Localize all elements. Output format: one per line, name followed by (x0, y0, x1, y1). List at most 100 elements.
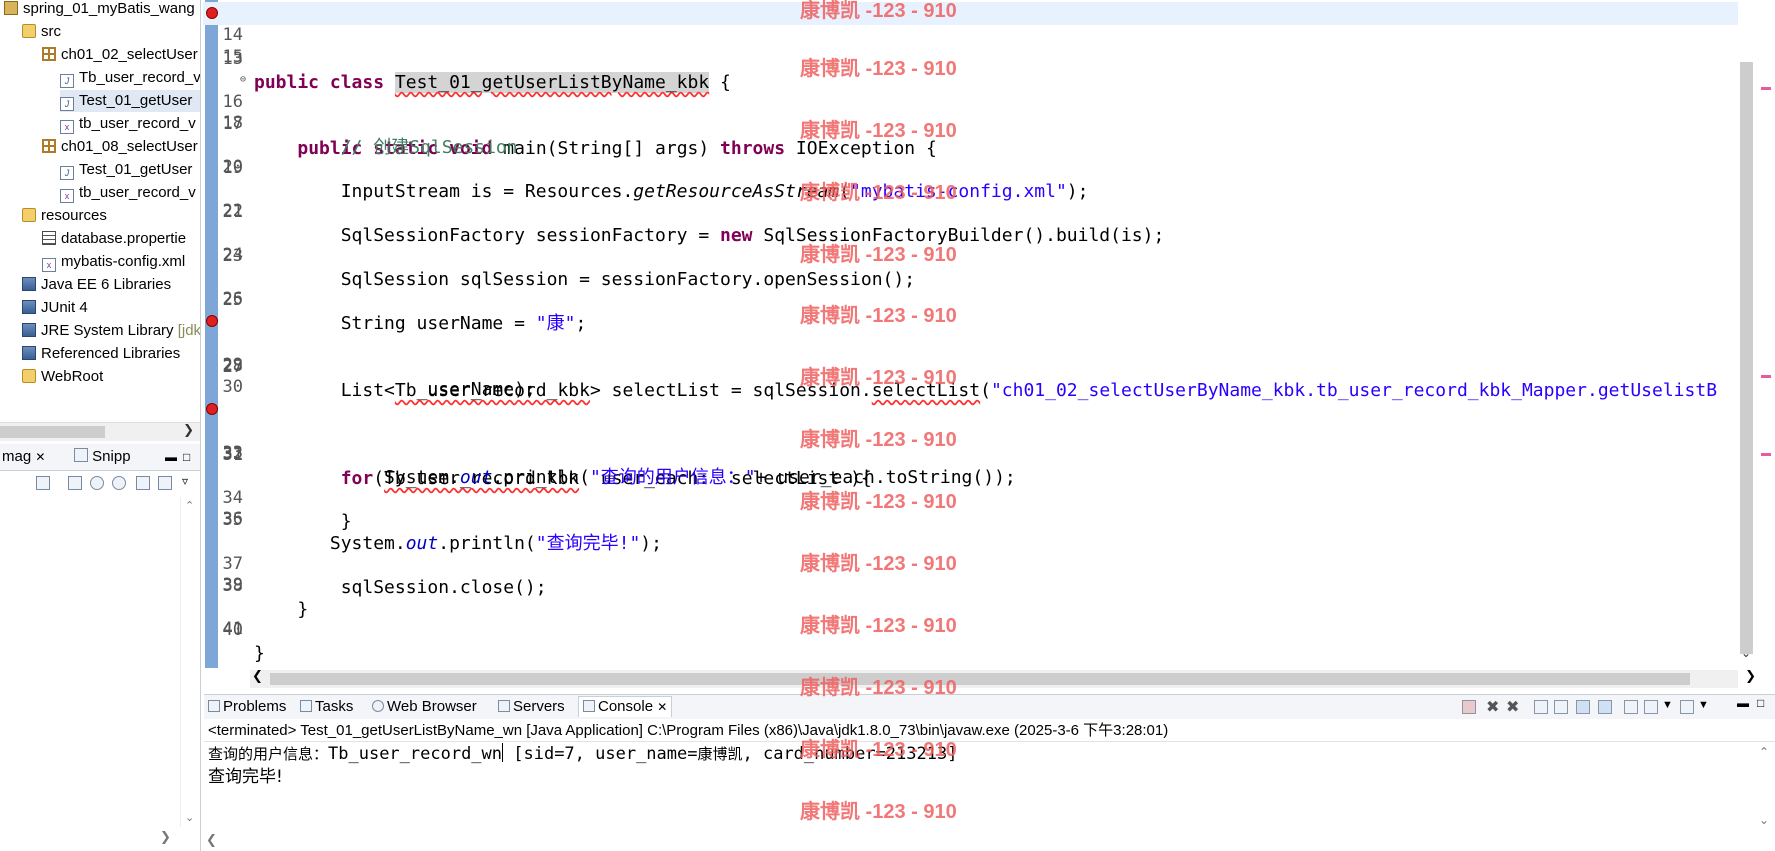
chevron-down-icon[interactable]: ▼ (1662, 699, 1673, 711)
tab-snippets[interactable]: Snipp (74, 447, 131, 467)
editor-horizontal-scrollbar[interactable]: ❮ ❯ (250, 669, 1756, 688)
word-wrap-icon[interactable] (1576, 700, 1590, 714)
code-line[interactable]: 39 (203, 574, 1738, 597)
code-line[interactable]: 26 (203, 288, 1738, 311)
tab-web-browser[interactable]: Web Browser (372, 697, 477, 717)
tree-item[interactable]: spring_01_myBatis_wang (4, 0, 195, 20)
scroll-thumb[interactable] (0, 426, 105, 438)
tree-item[interactable]: ch01_02_selectUser (42, 44, 198, 66)
code-line[interactable]: 34 } (203, 464, 1738, 532)
scroll-right-icon[interactable]: ❯ (183, 423, 194, 438)
tree-item[interactable]: resources (22, 205, 107, 227)
tab-servers[interactable]: Servers (498, 697, 565, 717)
code-line[interactable]: 37 sqlSession.close(); (203, 530, 1738, 598)
code-line[interactable]: 13 public class Test_01_getUserListByNam… (203, 2, 1738, 93)
tree-item[interactable]: Referenced Libraries (22, 343, 180, 365)
close-icon[interactable]: ✕ (35, 450, 45, 464)
tree-item[interactable]: src (22, 21, 61, 43)
image-icon[interactable] (68, 476, 82, 490)
code-line[interactable]: 25 String userName = "康"; (203, 266, 1738, 334)
code-line[interactable]: 30 (203, 376, 1738, 399)
code-line[interactable]: 32 System.out.println("查询的用户信息："+ user_e… (203, 420, 1738, 488)
code-line[interactable]: 18 (203, 112, 1738, 135)
tab-console[interactable]: Console ✕ (578, 696, 673, 717)
code-line[interactable]: 38 } (203, 552, 1738, 620)
error-overview-marker[interactable] (1761, 375, 1771, 378)
console-vertical-scrollbar[interactable]: ⌃ ⌄ (1755, 743, 1773, 831)
show-on-output-icon[interactable] (1598, 700, 1612, 714)
actual-size-icon[interactable] (136, 476, 150, 490)
chevron-down-icon[interactable]: ▼ (1698, 699, 1709, 711)
terminate-icon[interactable] (1462, 700, 1476, 714)
zoom-in-icon[interactable] (112, 476, 126, 490)
minimize-icon[interactable]: ▬ (165, 447, 177, 467)
display-console-icon[interactable] (1644, 700, 1658, 714)
error-marker-icon[interactable] (206, 7, 218, 19)
code-line[interactable]: 35 System.out.println("查询完毕!"); (203, 486, 1738, 554)
minimize-icon[interactable]: ▬ (1737, 696, 1749, 710)
console-output[interactable]: 查询的用户信息：Tb_user_record_wn [sid=7, user_n… (204, 743, 1752, 833)
link-icon[interactable] (36, 476, 50, 490)
code-line[interactable]: 19 InputStream is = Resources.getResourc… (203, 134, 1738, 202)
pin-console-icon[interactable] (1624, 700, 1638, 714)
code-line[interactable]: 27 List<Tb_user_record_kbk> selectList =… (203, 310, 1738, 401)
code-line[interactable]: 41 (203, 618, 1738, 641)
side-view-horizontal-scrollbar[interactable]: ❯ (0, 828, 200, 850)
scroll-thumb[interactable] (1740, 62, 1753, 654)
code-line[interactable]: 29 (203, 354, 1738, 377)
view-menu-icon[interactable]: ▿ (182, 474, 188, 488)
code-line[interactable]: 16 ⊖ public static void main(String[] ar… (203, 68, 1738, 159)
fold-icon[interactable]: ⊖ (240, 68, 246, 91)
zoom-out-icon[interactable] (90, 476, 104, 490)
clear-console-icon[interactable] (1534, 700, 1548, 714)
tree-item[interactable]: WebRoot (22, 366, 103, 388)
scroll-thumb[interactable] (270, 673, 1690, 685)
maximize-icon[interactable]: □ (1757, 696, 1764, 710)
code-line[interactable]: 36 (203, 508, 1738, 531)
tree-item[interactable]: x mybatis-config.xml (42, 251, 185, 273)
tab-tasks[interactable]: Tasks (300, 697, 353, 717)
fit-icon[interactable] (158, 476, 172, 490)
error-marker-icon[interactable] (206, 403, 218, 415)
code-line[interactable]: 24 (203, 244, 1738, 267)
code-line[interactable]: 28 userName); (203, 332, 1738, 400)
error-overview-marker[interactable] (1761, 453, 1771, 456)
code-line[interactable]: 22 (203, 200, 1738, 223)
scroll-left-icon[interactable]: ❮ (252, 669, 263, 684)
side-view-vertical-scrollbar[interactable]: ⌃ ⌄ (180, 497, 200, 827)
scroll-right-icon[interactable]: ❯ (160, 830, 171, 845)
scroll-down-icon[interactable]: ⌄ (1741, 646, 1751, 660)
error-marker-icon[interactable] (206, 315, 218, 327)
code-line[interactable]: 40 } (203, 596, 1738, 664)
code-line[interactable]: 21 SqlSessionFactory sessionFactory = ne… (203, 178, 1738, 246)
error-overview-marker[interactable] (1761, 87, 1771, 90)
tab-image[interactable]: mag ✕ (2, 447, 45, 467)
explorer-horizontal-scrollbar[interactable]: ❯ (0, 422, 200, 441)
tree-item[interactable]: J Test_01_getUser (60, 159, 192, 181)
scroll-lock-icon[interactable] (1554, 700, 1568, 714)
remove-all-icon[interactable]: ✖ (1506, 697, 1519, 717)
tree-item[interactable]: ch01_08_selectUser (42, 136, 198, 158)
tree-item[interactable]: x tb_user_record_v (60, 182, 196, 204)
tree-item[interactable]: J Tb_user_record_v (60, 67, 200, 89)
tab-problems[interactable]: Problems (208, 697, 286, 717)
tree-item[interactable]: JUnit 4 (22, 297, 88, 319)
tree-item[interactable]: J Test_01_getUser (60, 90, 200, 112)
scroll-left-icon[interactable]: ❮ (206, 833, 217, 848)
open-console-icon[interactable] (1680, 700, 1694, 714)
scroll-right-icon[interactable]: ❯ (1745, 669, 1756, 684)
code-line[interactable]: 33 (203, 442, 1738, 465)
close-icon[interactable]: ✕ (657, 700, 667, 714)
console-horizontal-scrollbar[interactable]: ❮ (204, 833, 1775, 851)
scroll-up-icon[interactable]: ⌃ (185, 499, 194, 512)
tree-item[interactable]: x tb_user_record_v (60, 113, 196, 135)
scroll-down-icon[interactable]: ⌄ (1759, 813, 1769, 827)
overview-ruler[interactable] (1756, 0, 1775, 668)
code-line[interactable]: 31 for(Tb_user_record_kbk user_each: sel… (203, 398, 1738, 489)
tree-item[interactable]: database.propertie (42, 228, 186, 250)
scroll-up-icon[interactable]: ⌃ (1759, 745, 1769, 759)
editor-vertical-scrollbar[interactable]: ⌄ (1738, 0, 1755, 668)
scroll-down-icon[interactable]: ⌄ (185, 811, 194, 824)
code-line[interactable]: 15 (203, 46, 1738, 69)
remove-launch-icon[interactable]: ✖ (1486, 697, 1499, 717)
